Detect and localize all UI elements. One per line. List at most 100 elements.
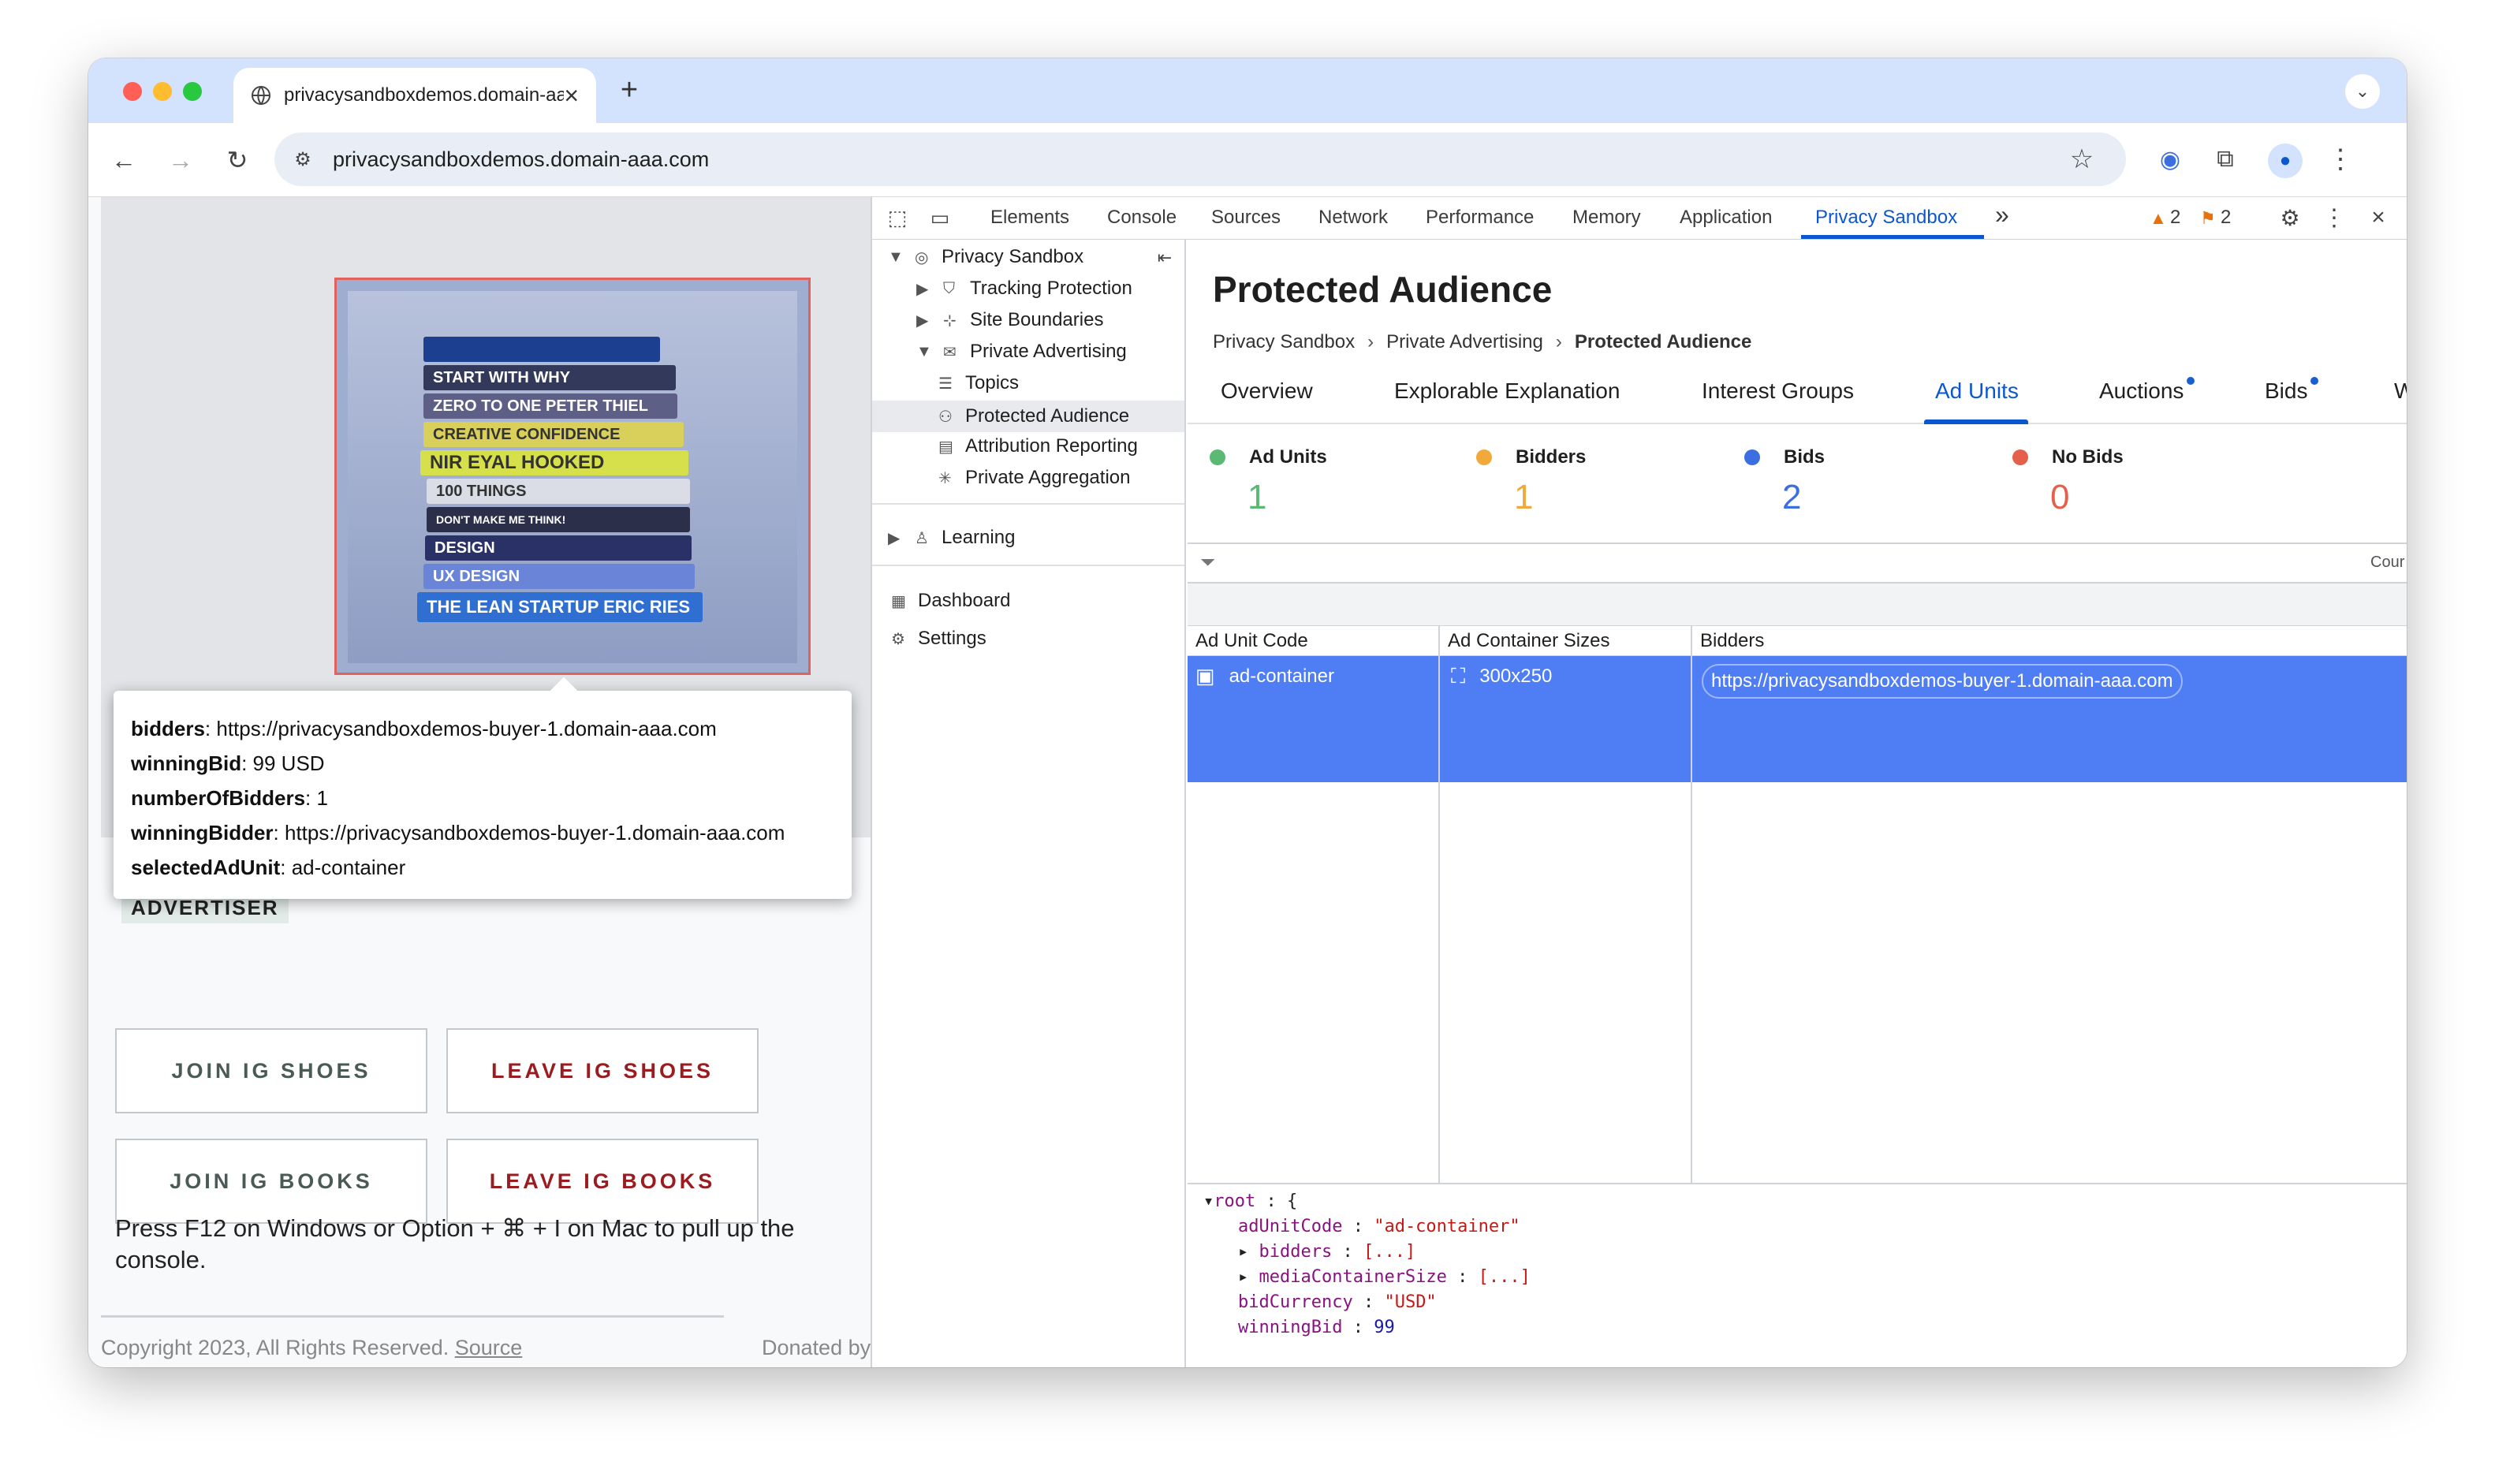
inspect-element-icon[interactable]: ⬚ [882, 202, 913, 233]
stat-bids: Bids 2 [1744, 446, 1825, 517]
extensions-puzzle-icon[interactable]: ⧉ [2208, 142, 2243, 177]
filter-icon[interactable]: ⏷ [1200, 552, 1215, 574]
browser-tab[interactable]: privacysandboxdemos.domain-aaa.com × [233, 68, 596, 123]
book-3: CREATIVE CONFIDENCE [423, 422, 684, 447]
reload-icon[interactable]: ↻ [218, 140, 257, 180]
address-bar[interactable]: ⚙ privacysandboxdemos.domain-aaa.com ☆ [274, 132, 2126, 186]
tab-performance[interactable]: Performance [1426, 207, 1534, 229]
profile-extension-icon[interactable]: ◉ [2153, 142, 2187, 177]
tab-memory[interactable]: Memory [1572, 207, 1641, 229]
book-top [423, 337, 660, 362]
back-arrow-icon[interactable]: ← [104, 140, 144, 180]
column-header-bidders[interactable]: Bidders [1692, 626, 2407, 656]
leave-ig-shoes-button[interactable]: LEAVE IG SHOES [446, 1028, 759, 1113]
sidebar-item-private-aggregation[interactable]: ✳ Private Aggregation [938, 467, 1130, 489]
devtools-settings-icon[interactable]: ⚙ [2274, 202, 2306, 233]
sidebar-item-learning[interactable]: ▶ ♙ Learning [888, 527, 1015, 549]
forward-arrow-icon[interactable]: → [161, 140, 200, 180]
json-value: "ad-container" [1374, 1217, 1520, 1236]
tab-explorable-explanation[interactable]: Explorable Explanation [1394, 378, 1620, 404]
site-settings-icon[interactable]: ⚙ [289, 145, 317, 173]
sidebar-item-dashboard[interactable]: ▦ Dashboard [891, 590, 1010, 612]
column-header-ad-container-sizes[interactable]: Ad Container Sizes [1440, 626, 1691, 656]
tab-bids[interactable]: Bids [2265, 377, 2319, 404]
tab-elements[interactable]: Elements [990, 207, 1069, 229]
status-dot-icon [1744, 449, 1760, 465]
devtools-panel: ⬚ ▭ Elements Console Sources Network Per… [871, 197, 2407, 1367]
tab-privacy-sandbox[interactable]: Privacy Sandbox [1815, 207, 1957, 229]
tab-auctions[interactable]: Auctions [2099, 377, 2195, 404]
tab-overview[interactable]: Overview [1221, 378, 1313, 404]
device-toolbar-icon[interactable]: ▭ [924, 202, 956, 233]
collapsed-triangle-icon: ▶ [888, 529, 901, 547]
join-ig-shoes-button[interactable]: JOIN IG SHOES [115, 1028, 427, 1113]
book-4: NIR EYAL HOOKED [420, 450, 688, 475]
tab-console[interactable]: Console [1107, 207, 1177, 229]
sidebar-divider [872, 565, 1184, 566]
tab-overflow[interactable]: W [2394, 378, 2407, 404]
tab-sources[interactable]: Sources [1211, 207, 1281, 229]
tab-label: Auctions [2099, 378, 2184, 403]
filter-bar[interactable]: ⏷ Cour [1188, 543, 2407, 584]
more-tabs-icon[interactable]: » [1995, 200, 2009, 229]
key-selected-ad-unit: selectedAdUnit [131, 856, 281, 879]
tab-ad-units[interactable]: Ad Units [1935, 378, 2019, 404]
notification-dot [2187, 377, 2195, 385]
tab-network[interactable]: Network [1318, 207, 1388, 229]
new-tab-button[interactable]: + [612, 73, 647, 107]
devtools-close-icon[interactable]: × [2363, 202, 2394, 233]
sidebar-item-attribution-reporting[interactable]: ▤ Attribution Reporting [938, 435, 1138, 457]
auction-tooltip: bidders: https://privacysandboxdemos-buy… [114, 677, 852, 899]
browser-menu-icon[interactable]: ⋮ [2323, 142, 2358, 177]
sidebar-item-protected-audience[interactable]: ⚇ Protected Audience [872, 401, 1184, 432]
sidebar-item-topics[interactable]: ☰ Topics [938, 372, 1019, 394]
devtools-menu-icon[interactable]: ⋮ [2318, 202, 2350, 233]
maximize-window-button[interactable] [183, 82, 202, 101]
tab-interest-groups[interactable]: Interest Groups [1702, 378, 1854, 404]
issues-flag-icon[interactable]: ⚑ [2200, 208, 2216, 229]
source-link[interactable]: Source [455, 1336, 523, 1359]
sidebar-item-privacy-sandbox[interactable]: ▼ ◎ Privacy Sandbox [888, 246, 1083, 268]
sidebar-item-tracking-protection[interactable]: ▶ ⛉ Tracking Protection [916, 278, 1132, 300]
json-media-container-size[interactable]: ▸ mediaContainerSize : [...] [1203, 1265, 2407, 1290]
book-8: UX DESIGN [423, 564, 695, 589]
bookmark-star-icon[interactable]: ☆ [2064, 142, 2099, 177]
tab-search-chevron-icon[interactable]: ⌄ [2345, 74, 2380, 109]
json-bidders[interactable]: ▸ bidders : [...] [1203, 1240, 2407, 1265]
json-viewer: ▾root : { adUnitCode : "ad-container" ▸ … [1188, 1183, 2407, 1367]
ad-frame[interactable]: START WITH WHY ZERO TO ONE PETER THIEL C… [334, 278, 811, 675]
stat-label-text: Bidders [1516, 446, 1587, 468]
devtools-tab-bar: ⬚ ▭ Elements Console Sources Network Per… [872, 197, 2407, 240]
sidebar-item-private-advertising[interactable]: ▼ ✉ Private Advertising [916, 341, 1127, 363]
close-window-button[interactable] [123, 82, 142, 101]
sidebar-label: Private Advertising [970, 341, 1127, 362]
browser-toolbar: ← → ↻ ⚙ privacysandboxdemos.domain-aaa.c… [88, 123, 2407, 197]
stat-label: Bidders [1476, 446, 1586, 468]
collapse-sidebar-icon[interactable]: ⇤ [1151, 244, 1178, 271]
active-tab-underline [1801, 235, 1984, 239]
books-ad-image: START WITH WHY ZERO TO ONE PETER THIEL C… [348, 291, 797, 663]
bidder-pill[interactable]: https://privacysandboxdemos-buyer-1.doma… [1702, 664, 2183, 699]
breadcrumb-item[interactable]: Privacy Sandbox [1213, 331, 1355, 352]
sidebar-item-settings[interactable]: ⚙ Settings [891, 628, 986, 650]
json-value: 99 [1374, 1318, 1395, 1337]
account-avatar-icon[interactable]: ● [2268, 144, 2303, 178]
table-row[interactable]: ▣ ad-container ⛶ 300x250 https://privacysa… [1188, 656, 2407, 782]
expanded-triangle-icon: ▾ [1203, 1191, 1214, 1211]
sidebar-item-site-boundaries[interactable]: ▶ ⊹ Site Boundaries [916, 309, 1103, 331]
sidebar-label: Privacy Sandbox [942, 246, 1084, 267]
minimize-window-button[interactable] [153, 82, 172, 101]
collapsed-triangle-icon: ▶ [916, 311, 929, 330]
warning-icon[interactable]: ▲ [2150, 208, 2167, 229]
key-number-of-bidders: numberOfBidders [131, 786, 306, 810]
leave-ig-books-button[interactable]: LEAVE IG BOOKS [446, 1139, 759, 1224]
column-header-ad-unit-code[interactable]: Ad Unit Code [1188, 626, 1438, 656]
donated-by: Donated by [762, 1336, 871, 1359]
json-root[interactable]: ▾root : { [1203, 1189, 2407, 1214]
sidebar-label: Learning [942, 527, 1016, 548]
breadcrumb-item[interactable]: Private Advertising [1386, 331, 1543, 352]
tab-application[interactable]: Application [1680, 207, 1772, 229]
join-ig-books-button[interactable]: JOIN IG BOOKS [115, 1139, 427, 1224]
json-bid-currency: bidCurrency : "USD" [1238, 1292, 1437, 1312]
tab-close-icon[interactable]: × [564, 81, 579, 110]
